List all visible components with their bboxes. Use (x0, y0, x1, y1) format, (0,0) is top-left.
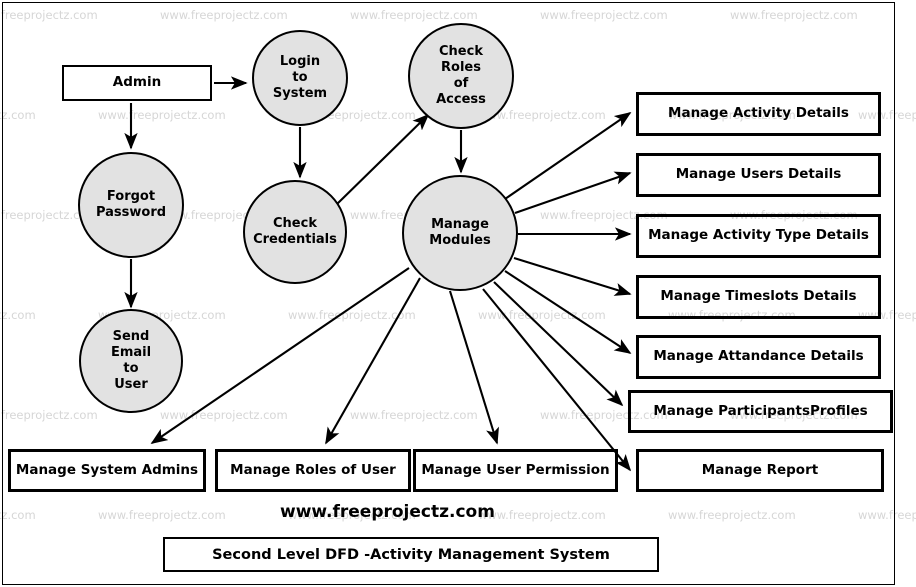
process-login_to_system[interactable]: Login to System (252, 30, 348, 126)
edge-modules-to-participants (493, 281, 624, 407)
edge-modules-to-user-permission (448, 290, 499, 445)
node-label: Manage System Admins (15, 461, 199, 479)
brand-label: www.freeprojectz.com (280, 502, 495, 522)
watermark-text: www.freeprojectz.com (858, 508, 916, 522)
node-label-line: Roles (441, 60, 481, 76)
edge-modules-to-timeslots (513, 256, 632, 296)
node-label-line: to (292, 70, 308, 86)
node-label-line: Login (279, 54, 321, 70)
node-label: Manage Roles of User (230, 461, 396, 479)
edge-modules-to-users-details (514, 171, 632, 214)
caption-diagram-caption[interactable]: Second Level DFD -Activity Management Sy… (163, 537, 659, 572)
node-label: Manage Modules (429, 217, 490, 249)
watermark-text: www.freeprojectz.com (350, 408, 478, 422)
data-store-manage_system_admins[interactable]: Manage System Admins (8, 449, 206, 492)
edge-modules-to-system-admins (150, 267, 410, 444)
data-store-manage_roles_of_user[interactable]: Manage Roles of User (215, 449, 411, 492)
node-label-line: Check (273, 216, 317, 232)
edge-modules-to-report (482, 288, 632, 472)
node-label: Manage Timeslots Details (660, 288, 857, 305)
node-label: Admin (112, 74, 162, 91)
process-forgot_password[interactable]: Forgot Password (78, 152, 184, 258)
process-send_email[interactable]: Send Email to User (79, 309, 183, 413)
watermark-text: www.freeprojectz.com (0, 508, 36, 522)
node-label: Manage User Permission (421, 461, 610, 479)
watermark-text: www.freeprojectz.com (668, 508, 796, 522)
node-label-line: Manage Activity Details (668, 105, 849, 122)
node-label-line: System (272, 85, 328, 101)
node-label-line: Email (110, 345, 152, 361)
watermark-text: www.freeprojectz.com (730, 8, 858, 22)
watermark-text: www.freeprojectz.com (160, 408, 288, 422)
node-label-line: Manage Users Details (675, 166, 842, 183)
node-label-line: to (123, 361, 139, 376)
node-label-line: Manage System Admins (15, 461, 199, 478)
external-entity-admin[interactable]: Admin (62, 65, 212, 101)
node-label-line: Manage Attandance Details (653, 348, 864, 365)
node-label-line: Manage Activity Type Details (648, 227, 869, 244)
edge-modules-to-roles-of-user (325, 277, 421, 445)
data-store-manage_activity_type_details[interactable]: Manage Activity Type Details (636, 214, 881, 258)
data-store-manage_report[interactable]: Manage Report (636, 449, 884, 492)
node-label-line: User (114, 376, 148, 392)
node-label-line: Credentials (253, 232, 337, 247)
data-store-manage_activity_details[interactable]: Manage Activity Details (636, 92, 881, 136)
watermark-text: www.freeprojectz.com (540, 8, 668, 22)
node-label-line: Forgot (106, 189, 156, 205)
data-store-manage_attandance_details[interactable]: Manage Attandance Details (636, 335, 881, 379)
data-store-manage_users_details[interactable]: Manage Users Details (636, 153, 881, 197)
watermark-text: www.freeprojectz.com (288, 308, 416, 322)
node-label-line: Manage Roles of User (230, 461, 396, 478)
watermark-text: www.freeprojectz.com (0, 108, 36, 122)
watermark-text: www.freeprojectz.com (0, 308, 36, 322)
node-label-line: Modules (429, 233, 491, 248)
node-label-line: Check (439, 44, 483, 60)
edge-modules-to-activity-details (504, 112, 632, 200)
node-label: Second Level DFD -Activity Management Sy… (212, 547, 610, 563)
node-label: Manage ParticipantsProfiles (653, 402, 868, 420)
process-manage_modules[interactable]: Manage Modules (402, 175, 518, 291)
node-label: Manage Report (701, 461, 819, 479)
data-store-manage_user_permission[interactable]: Manage User Permission (413, 449, 618, 492)
watermark-text: www.freeprojectz.com (0, 8, 98, 22)
node-label-line: Send (112, 329, 150, 345)
process-check_roles[interactable]: Check Roles of Access (408, 23, 514, 129)
watermark-text: www.freeprojectz.com (98, 508, 226, 522)
data-store-manage_timeslots_details[interactable]: Manage Timeslots Details (636, 275, 881, 319)
node-label-line: Manage User Permission (421, 461, 610, 478)
node-label: Forgot Password (96, 189, 166, 221)
node-label: Login to System (273, 54, 327, 102)
watermark-text: www.freeprojectz.com (478, 508, 606, 522)
node-label-line: Access (436, 91, 486, 107)
watermark-text: www.freeprojectz.com (98, 108, 226, 122)
watermark-text: www.freeprojectz.com (0, 408, 98, 422)
watermark-text: www.freeprojectz.com (478, 308, 606, 322)
node-label-line: Password (95, 205, 167, 220)
node-label-line: Manage ParticipantsProfiles (653, 402, 868, 419)
edge-modules-to-attandance (504, 270, 632, 354)
watermark-text: www.freeprojectz.com (160, 8, 288, 22)
node-label: Manage Activity Type Details (648, 227, 869, 244)
node-label: Manage Attandance Details (653, 348, 864, 365)
node-label: Check Roles of Access (436, 44, 486, 107)
node-label-line: Manage Timeslots Details (660, 288, 857, 305)
node-label: Check Credentials (253, 216, 337, 248)
node-label-line: Admin (112, 74, 162, 91)
node-label-line: Manage (431, 217, 489, 233)
dfd-diagram-canvas: www.freeprojectz.comwww.freeprojectz.com… (0, 0, 916, 587)
data-store-manage_participants_profiles[interactable]: Manage ParticipantsProfiles (628, 390, 893, 433)
edge-check-credentials-to-roles (334, 113, 430, 207)
process-check_credentials[interactable]: Check Credentials (243, 180, 347, 284)
node-label: Send Email to User (111, 329, 151, 392)
node-label-line: Manage Report (701, 461, 819, 478)
node-label: Manage Activity Details (668, 105, 849, 122)
node-label-line: Second Level DFD -Activity Management Sy… (212, 546, 610, 563)
node-label: Manage Users Details (675, 166, 842, 183)
node-label-line: of (453, 76, 469, 91)
watermark-text: www.freeprojectz.com (350, 8, 478, 22)
